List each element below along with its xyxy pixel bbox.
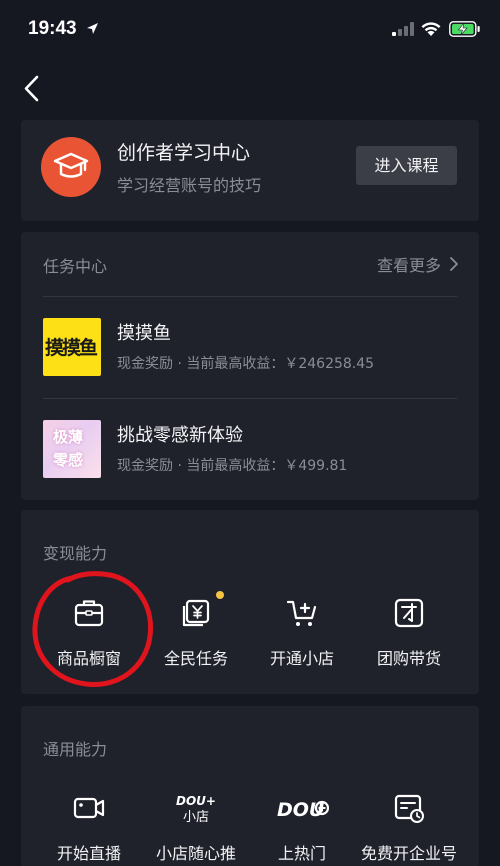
task-reward-desc: 现金奖励 · 当前最高收益：￥246258.45 xyxy=(117,356,375,372)
universal-task-label: 全民任务 xyxy=(163,649,228,668)
view-more-link[interactable]: 查看更多 xyxy=(377,252,459,276)
enterprise-account-label: 免费开企业号 xyxy=(360,844,457,863)
task-reward-desc: 现金奖励 · 当前最高收益：￥499.81 xyxy=(117,458,348,474)
zero-feel-thumbnail: 极薄 零感 xyxy=(43,420,101,478)
learning-center-subtitle: 学习经营账号的技巧 xyxy=(117,176,262,195)
group-buy-icon xyxy=(394,598,424,628)
open-shop-label: 开通小店 xyxy=(269,649,334,668)
shop-promote-item[interactable]: DOU+ 小店 小店随心推 xyxy=(139,792,253,866)
start-live-label: 开始直播 xyxy=(56,844,121,863)
creator-learning-center-card[interactable]: 创作者学习中心 学习经营账号的技巧 进入课程 xyxy=(21,120,479,221)
group-buy-item[interactable]: 团购带货 xyxy=(352,597,466,687)
wifi-icon xyxy=(421,22,441,36)
task-name: 挑战零感新体验 xyxy=(117,425,243,446)
notification-dot xyxy=(216,591,224,599)
dou-plus-shop-logo-line1: DOU+ xyxy=(176,794,216,808)
group-buy-label: 团购带货 xyxy=(376,649,441,668)
monetization-title: 变现能力 xyxy=(43,544,108,563)
task-item-zero-feel[interactable]: 极薄 零感 挑战零感新体验 现金奖励 · 当前最高收益：￥499.81 xyxy=(21,400,479,490)
location-arrow-icon xyxy=(87,23,98,34)
chevron-left-icon xyxy=(24,75,39,102)
go-trending-label: 上热门 xyxy=(277,844,326,863)
universal-task-item[interactable]: 全民任务 xyxy=(139,591,253,687)
monetization-card: 变现能力 商品橱窗 全民任务 开通小店 团购带货 xyxy=(21,510,479,694)
live-camera-icon xyxy=(73,797,105,819)
enterprise-account-item[interactable]: 免费开企业号 xyxy=(352,792,466,866)
task-item-moyu[interactable]: 摸摸鱼 摸摸鱼 现金奖励 · 当前最高收益：￥246258.45 xyxy=(21,298,479,388)
zero-feel-thumbnail-text-1: 极薄 xyxy=(53,428,84,446)
chevron-right-icon xyxy=(450,257,458,271)
divider xyxy=(43,398,457,399)
task-name: 摸摸鱼 xyxy=(117,323,171,344)
dou-plus-icon: DOU xyxy=(277,799,329,821)
task-yen-icon xyxy=(182,599,210,627)
general-abilities-title: 通用能力 xyxy=(43,740,108,759)
general-abilities-card: 通用能力 开始直播 DOU+ 小店 小店随心推 DOU 上热门 免费开企业号 xyxy=(21,706,479,866)
product-showcase-item[interactable]: 商品橱窗 xyxy=(32,597,146,687)
shop-promote-label: 小店随心推 xyxy=(155,844,236,863)
go-trending-item[interactable]: DOU 上热门 xyxy=(245,792,359,866)
graduation-cap-icon xyxy=(53,152,89,178)
moyu-thumbnail-text: 摸摸鱼 xyxy=(45,337,98,359)
task-center-title: 任务中心 xyxy=(43,257,108,276)
view-more-label: 查看更多 xyxy=(376,256,441,275)
enter-course-button[interactable]: 进入课程 xyxy=(356,146,457,185)
battery-charging-icon xyxy=(449,21,480,37)
task-center-card: 任务中心 查看更多 摸摸鱼 摸摸鱼 现金奖励 · 当前最高收益：￥246258.… xyxy=(21,232,479,500)
learning-center-title: 创作者学习中心 xyxy=(117,142,251,164)
status-bar: 19:43 xyxy=(0,0,500,60)
status-time: 19:43 xyxy=(28,18,77,39)
moyu-thumbnail: 摸摸鱼 xyxy=(43,318,101,376)
shop-bag-icon xyxy=(74,600,104,627)
learning-center-logo xyxy=(41,137,101,197)
cellular-signal-icon xyxy=(392,22,414,36)
zero-feel-thumbnail-text-2: 零感 xyxy=(53,451,84,469)
enterprise-account-icon xyxy=(394,794,424,823)
start-live-item[interactable]: 开始直播 xyxy=(32,792,146,866)
open-shop-item[interactable]: 开通小店 xyxy=(245,597,359,687)
cart-plus-icon xyxy=(286,600,317,626)
dou-plus-logo-text: DOU xyxy=(277,799,325,821)
product-showcase-label: 商品橱窗 xyxy=(56,649,121,668)
dou-plus-shop-icon: DOU+ 小店 xyxy=(176,794,216,824)
dou-plus-shop-logo-line2: 小店 xyxy=(183,810,209,824)
back-button[interactable] xyxy=(18,72,48,106)
divider xyxy=(43,296,457,297)
